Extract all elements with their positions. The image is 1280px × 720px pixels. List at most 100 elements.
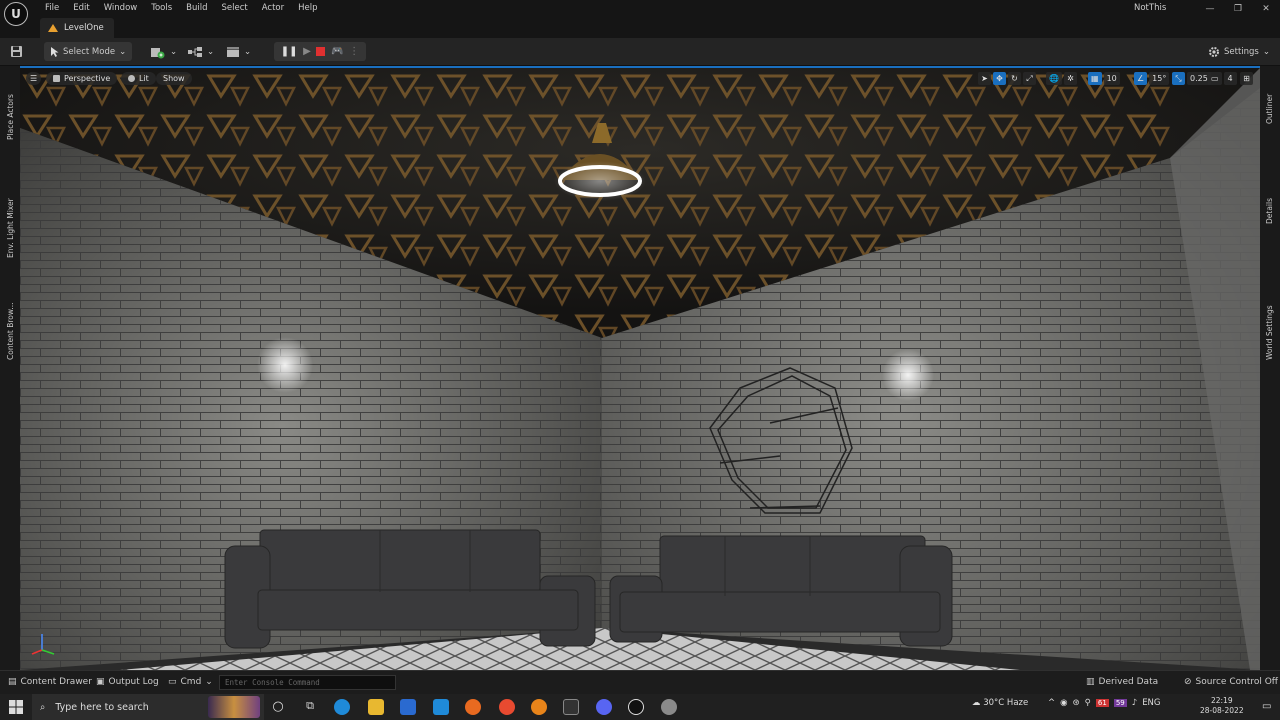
source-control-label: Source Control Off: [1195, 677, 1278, 687]
show-button[interactable]: Show: [156, 72, 192, 85]
mail-icon[interactable]: [433, 699, 449, 715]
output-log-button[interactable]: ▣ Output Log: [96, 677, 159, 687]
volume-icon[interactable]: ♪: [1132, 698, 1137, 708]
close-button[interactable]: ✕: [1256, 2, 1276, 16]
perspective-cube-icon: [53, 75, 60, 82]
tab-env-light-mixer[interactable]: Env. Light Mixer: [6, 180, 15, 258]
project-name: NotThis: [1134, 3, 1167, 13]
language-label[interactable]: ENG: [1142, 698, 1160, 708]
tab-levelone[interactable]: LevelOne: [40, 18, 114, 38]
chevron-up-icon[interactable]: ^: [1048, 698, 1055, 708]
discord-icon[interactable]: [596, 699, 612, 715]
chrome-icon[interactable]: [499, 699, 515, 715]
tab-world-settings[interactable]: World Settings: [1265, 288, 1274, 360]
store-icon[interactable]: [400, 699, 416, 715]
rotation-snap-icon[interactable]: ∠: [1134, 72, 1148, 85]
console-input[interactable]: Enter Console Command: [219, 675, 396, 690]
settings-button[interactable]: Settings ⌄: [1208, 42, 1270, 61]
chevron-down-icon: ⌄: [119, 46, 127, 57]
tab-place-actors[interactable]: Place Actors: [6, 74, 15, 140]
step-icon[interactable]: ▶: [303, 46, 311, 57]
menu-tools[interactable]: Tools: [144, 2, 179, 15]
search-placeholder: Type here to search: [55, 701, 149, 713]
scale-snap-icon[interactable]: ⤡: [1172, 72, 1185, 85]
translate-tool-icon[interactable]: ✥: [993, 72, 1006, 85]
menu-build[interactable]: Build: [179, 2, 214, 15]
scale-tool-icon[interactable]: ⤢: [1023, 72, 1036, 85]
tray-usb-icon[interactable]: ⚲: [1085, 698, 1091, 708]
content-drawer-button[interactable]: ▤ Content Drawer: [8, 677, 92, 687]
lighting-mode-button[interactable]: Lit: [121, 72, 156, 85]
right-panel-bar: [1260, 66, 1280, 670]
gamepad-icon[interactable]: 🎮: [331, 46, 343, 57]
unreal-logo-icon[interactable]: U: [4, 2, 28, 26]
viewport-menu-button[interactable]: ☰: [26, 72, 42, 85]
view-mode-button[interactable]: Perspective: [46, 72, 118, 85]
cursor-icon: [51, 46, 59, 57]
weather-desc: Haze: [1006, 698, 1029, 708]
add-actor-button[interactable]: ⌄: [150, 42, 177, 61]
grid-snap-group: ▦ 10: [1088, 72, 1120, 85]
select-mode-dropdown[interactable]: Select Mode ⌄: [44, 42, 133, 61]
tray-badge-1[interactable]: 61: [1095, 699, 1109, 707]
clapperboard-icon: [227, 46, 239, 57]
source-control-button[interactable]: ⊘ Source Control Off: [1184, 677, 1278, 687]
derived-data-button[interactable]: ▥ Derived Data: [1086, 677, 1158, 687]
menu-window[interactable]: Window: [97, 2, 145, 15]
select-tool-icon[interactable]: ➤: [978, 72, 991, 85]
tray-bluetooth-icon[interactable]: ⊛: [1073, 698, 1080, 708]
tray-badge-2[interactable]: 59: [1113, 699, 1127, 707]
level-viewport[interactable]: ☰ Perspective Lit Show ➤ ✥ ↻ ⤢ 🌐 ✲ ▦ 10 …: [20, 68, 1260, 670]
cortana-icon[interactable]: ○: [270, 699, 286, 715]
blender-icon[interactable]: [531, 699, 547, 715]
task-view-icon[interactable]: ⧉: [302, 699, 318, 715]
surface-snap-icon[interactable]: ✲: [1063, 72, 1077, 85]
env-light-mixer-label: Env. Light Mixer: [6, 198, 15, 258]
notifications-icon[interactable]: ▭: [1262, 701, 1271, 712]
rotate-tool-icon[interactable]: ↻: [1008, 72, 1021, 85]
app-icon[interactable]: [661, 699, 677, 715]
unreal-engine-taskbar-icon[interactable]: [628, 699, 644, 715]
tab-content-browser[interactable]: Content Brow...: [6, 288, 15, 360]
tray-app-icon[interactable]: ◉: [1060, 698, 1067, 708]
minimize-button[interactable]: —: [1200, 2, 1220, 16]
chevron-down-icon: ⌄: [207, 46, 215, 57]
weather-haze-icon: ☁: [972, 698, 981, 708]
more-options-icon[interactable]: ⋮: [349, 46, 359, 57]
file-explorer-icon[interactable]: [368, 699, 384, 715]
pause-icon[interactable]: ❚❚: [281, 46, 298, 57]
edge-browser-icon[interactable]: [334, 699, 350, 715]
transform-tools: ➤ ✥ ↻ ⤢: [978, 72, 1036, 85]
restore-button[interactable]: ❐: [1228, 2, 1248, 16]
clock-time: 22:19: [1210, 696, 1233, 705]
content-drawer-label: Content Drawer: [20, 677, 92, 687]
grid-snap-icon[interactable]: ▦: [1088, 72, 1102, 85]
menu-edit[interactable]: Edit: [66, 2, 96, 15]
scene-render: [20, 68, 1260, 670]
menu-select[interactable]: Select: [215, 2, 255, 15]
grid-snap-value[interactable]: 10: [1103, 72, 1120, 85]
menu-help[interactable]: Help: [291, 2, 324, 15]
firefox-icon[interactable]: [465, 699, 481, 715]
clock[interactable]: 22:19 28-08-2022: [1200, 696, 1244, 716]
menu-file[interactable]: File: [38, 2, 66, 15]
save-button[interactable]: [10, 42, 23, 61]
menu-actor[interactable]: Actor: [255, 2, 291, 15]
blueprint-icon: [188, 46, 202, 57]
cmd-dropdown[interactable]: ▭ Cmd ⌄: [168, 677, 213, 687]
blueprint-button[interactable]: ⌄: [187, 42, 214, 61]
tab-details[interactable]: Details: [1265, 180, 1274, 224]
epic-games-icon[interactable]: [563, 699, 579, 715]
camera-speed-value[interactable]: 4: [1223, 72, 1237, 85]
world-settings-label: World Settings: [1265, 305, 1274, 360]
windows-start-icon[interactable]: [8, 699, 24, 715]
weather-widget[interactable]: ☁ 30°C Haze: [972, 698, 1028, 708]
rotation-snap-value[interactable]: 15°: [1149, 72, 1170, 85]
maximize-viewport-icon[interactable]: ⊞: [1240, 72, 1253, 85]
world-space-icon[interactable]: 🌐: [1046, 72, 1062, 85]
tab-outliner[interactable]: Outliner: [1265, 78, 1274, 124]
left-panel-bar: [0, 66, 20, 670]
camera-icon[interactable]: ▭: [1208, 72, 1222, 85]
cinematics-button[interactable]: ⌄: [226, 42, 251, 61]
stop-icon[interactable]: [316, 47, 326, 56]
